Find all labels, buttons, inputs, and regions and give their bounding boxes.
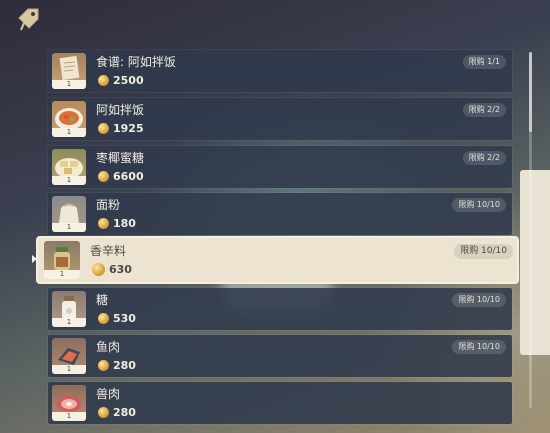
date-candy-icon: 1: [52, 149, 86, 185]
purchase-limit-badge: 限购 10/10: [454, 244, 513, 259]
shop-item-recipe-aru-rice[interactable]: 1 食谱: 阿如拌饭 2500 限购 1/1: [48, 50, 512, 92]
purchase-limit-badge: 限购 10/10: [452, 198, 506, 212]
spice-jar-icon: 1: [44, 241, 80, 279]
purchase-limit-badge: 限购 10/10: [452, 293, 506, 307]
item-quantity: 1: [52, 223, 86, 232]
item-quantity: 1: [52, 128, 86, 137]
item-name: 枣椰蜜糖: [96, 151, 145, 165]
shop-item-date-candy[interactable]: 1 枣椰蜜糖 6600 限购 2/2: [48, 146, 512, 188]
item-name: 兽肉: [96, 387, 121, 401]
price-value: 280: [113, 358, 136, 372]
mora-coin-icon: [98, 359, 109, 371]
item-quantity: 1: [52, 318, 86, 327]
mora-coin-icon: [98, 217, 109, 229]
shop-item-raw-meat[interactable]: 1 兽肉 280: [48, 382, 512, 424]
price-tag-icon: [18, 8, 39, 31]
shop-item-sugar[interactable]: 1 糖 530 限购 10/10: [48, 288, 512, 330]
shop-item-spice-selected[interactable]: 1 香辛料 630 限购 10/10: [38, 238, 517, 282]
item-quantity: 1: [52, 80, 86, 89]
item-quantity: 1: [52, 412, 86, 421]
price-value: 280: [113, 405, 136, 419]
selection-arrow-icon: [32, 255, 37, 263]
mora-coin-icon: [92, 262, 105, 276]
price-value: 1925: [113, 121, 144, 135]
item-price: 6600: [98, 169, 144, 183]
item-price: 2500: [98, 73, 144, 87]
price-value: 6600: [113, 169, 144, 183]
mora-coin-icon: [98, 122, 109, 134]
raw-meat-icon: 1: [52, 385, 86, 421]
rice-dish-icon: 1: [52, 101, 86, 137]
item-price: 280: [98, 405, 136, 419]
sugar-jar-icon: 1: [52, 291, 86, 327]
item-name: 鱼肉: [96, 340, 121, 354]
item-name: 面粉: [96, 198, 121, 212]
item-quantity: 1: [52, 176, 86, 185]
item-name: 糖: [96, 293, 109, 307]
item-price: 1925: [98, 121, 144, 135]
item-price: 280: [98, 358, 136, 372]
price-value: 2500: [113, 73, 144, 87]
price-value: 530: [113, 311, 136, 325]
price-value: 180: [113, 216, 136, 230]
item-quantity: 1: [44, 270, 80, 279]
item-quantity: 1: [52, 365, 86, 374]
scrollbar-thumb[interactable]: [529, 52, 532, 132]
mora-coin-icon: [98, 170, 109, 182]
fish-meat-icon: 1: [52, 338, 86, 374]
purchase-limit-badge: 限购 10/10: [452, 340, 506, 354]
flour-sack-icon: 1: [52, 196, 86, 232]
item-price: 180: [98, 216, 136, 230]
shop-item-aru-rice[interactable]: 1 阿如拌饭 1925 限购 2/2: [48, 98, 512, 140]
purchase-limit-badge: 限购 1/1: [462, 55, 506, 69]
list-scrollbar[interactable]: [529, 52, 532, 408]
item-name: 食谱: 阿如拌饭: [96, 55, 176, 69]
item-name: 香辛料: [90, 244, 127, 258]
purchase-limit-badge: 限购 2/2: [462, 103, 506, 117]
recipe-scroll-icon: 1: [52, 53, 86, 89]
item-price: 530: [98, 311, 136, 325]
mora-coin-icon: [98, 74, 109, 86]
mora-coin-icon: [98, 312, 109, 324]
shop-item-fish[interactable]: 1 鱼肉 280 限购 10/10: [48, 335, 512, 377]
purchase-limit-badge: 限购 2/2: [462, 151, 506, 165]
mora-coin-icon: [98, 406, 109, 418]
side-panel-edge: [520, 170, 550, 355]
item-name: 阿如拌饭: [96, 103, 145, 117]
price-value: 630: [109, 262, 132, 276]
item-price: 630: [92, 262, 132, 276]
shop-item-flour[interactable]: 1 面粉 180 限购 10/10: [48, 193, 512, 235]
